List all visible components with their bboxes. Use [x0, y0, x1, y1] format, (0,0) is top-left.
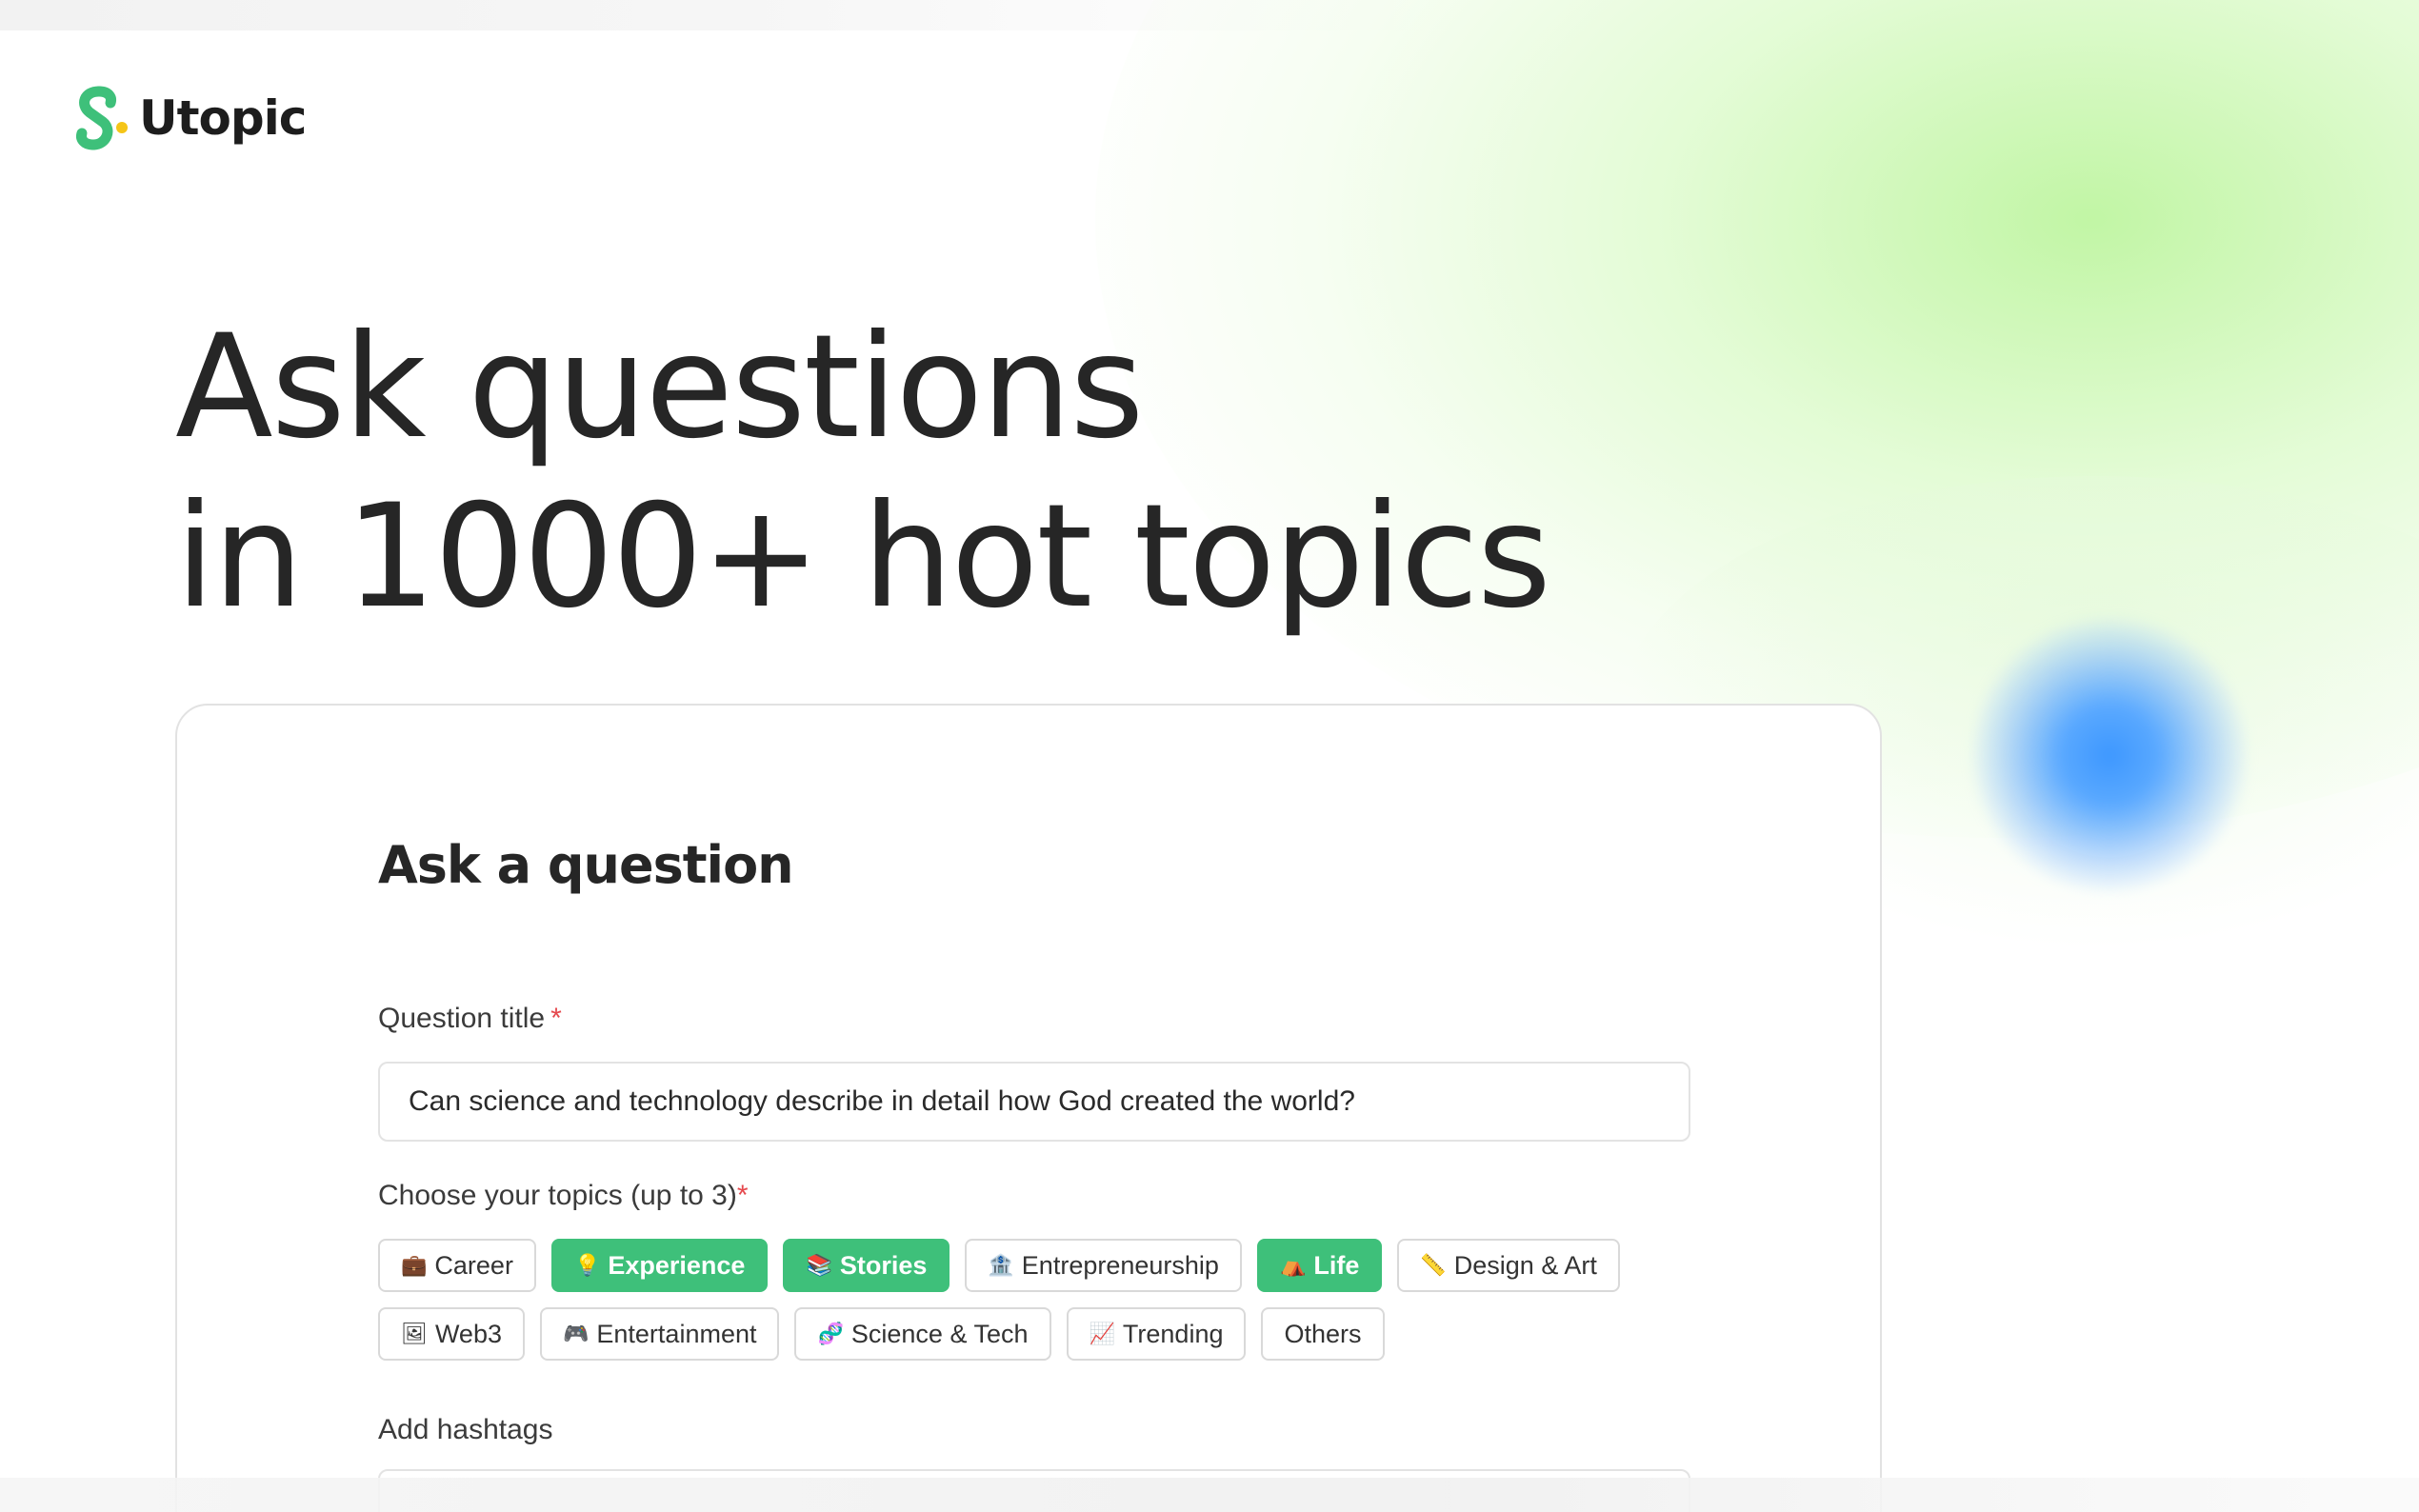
topic-chip-web3[interactable]: 🖼 Web3 — [378, 1307, 525, 1361]
topic-chip-label: Science & Tech — [850, 1319, 1029, 1348]
topic-chip-life[interactable]: ⛺ Life — [1256, 1239, 1383, 1292]
topic-chip-label: Entrepreneurship — [1021, 1250, 1219, 1280]
dna-icon: 🧬 — [817, 1322, 844, 1346]
page: Utopic Ask questions in 1000+ hot topics… — [0, 0, 2419, 1512]
gamepad-icon: 🎮 — [562, 1322, 590, 1346]
topic-chip-entertainment[interactable]: 🎮 Entertainment — [539, 1307, 780, 1361]
topic-chip-career[interactable]: 💼 Career — [378, 1239, 536, 1292]
hashtags-label: Add hashtags — [378, 1414, 553, 1445]
topic-chip-design-art[interactable]: 📏 Design & Art — [1397, 1239, 1620, 1292]
ask-question-card: Ask a question Question title* Choose yo… — [175, 704, 1882, 1512]
blue-orb-decoration — [1971, 617, 2248, 893]
logo-text: Utopic — [139, 90, 307, 146]
chart-up-icon: 📈 — [1089, 1322, 1115, 1346]
required-asterisk: * — [736, 1180, 749, 1211]
topics-label-text: Choose your topics (up to 3) — [378, 1180, 737, 1211]
topic-chip-label: Life — [1313, 1250, 1360, 1280]
topic-chip-label: Experience — [608, 1250, 746, 1280]
topic-chip-trending[interactable]: 📈 Trending — [1066, 1307, 1247, 1361]
bottom-strip — [0, 1478, 2419, 1512]
question-title-label: Question title * — [378, 1003, 562, 1035]
topic-chip-science-tech[interactable]: 🧬 Science & Tech — [794, 1307, 1051, 1361]
topic-chip-experience[interactable]: 💡 Experience — [550, 1239, 769, 1292]
topic-chip-label: Others — [1284, 1319, 1362, 1348]
lightbulb-icon: 💡 — [573, 1253, 601, 1278]
topic-chip-label: Entertainment — [596, 1319, 757, 1348]
topic-chip-stories[interactable]: 📚 Stories — [783, 1239, 950, 1292]
hero-line-1: Ask questions — [175, 305, 1145, 470]
topic-chip-entrepreneurship[interactable]: 🏦 Entrepreneurship — [965, 1239, 1242, 1292]
topic-chip-label: Stories — [839, 1250, 928, 1280]
ruler-icon: 📏 — [1420, 1253, 1447, 1278]
topic-chips: 💼 Career 💡 Experience 📚 Stories 🏦 Entrep… — [378, 1239, 1730, 1376]
picture-icon: 🖼 — [401, 1322, 428, 1346]
bank-icon: 🏦 — [988, 1253, 1014, 1278]
topic-chip-label: Design & Art — [1453, 1250, 1597, 1280]
utopic-logo-icon — [76, 86, 128, 150]
hero-headline: Ask questions in 1000+ hot topics — [175, 303, 1551, 642]
topic-chip-label: Career — [434, 1250, 513, 1280]
topics-label: Choose your topics (up to 3)* — [378, 1180, 749, 1212]
topic-row: 💼 Career 💡 Experience 📚 Stories 🏦 Entrep… — [378, 1239, 1730, 1292]
question-title-input[interactable] — [378, 1062, 1690, 1142]
tent-icon: ⛺ — [1279, 1253, 1307, 1278]
topic-chip-label: Trending — [1122, 1319, 1224, 1348]
books-icon: 📚 — [806, 1253, 832, 1278]
topic-row: 🖼 Web3 🎮 Entertainment 🧬 Science & Tech … — [378, 1307, 1730, 1361]
hero-line-2: in 1000+ hot topics — [175, 474, 1551, 640]
topic-chip-others[interactable]: Others — [1261, 1307, 1385, 1361]
logo-link[interactable]: Utopic — [67, 84, 307, 152]
question-title-label-text: Question title — [378, 1003, 546, 1034]
briefcase-icon: 💼 — [401, 1253, 428, 1278]
form-heading: Ask a question — [378, 835, 794, 895]
required-asterisk: * — [550, 1003, 562, 1034]
topic-chip-label: Web3 — [434, 1319, 502, 1348]
